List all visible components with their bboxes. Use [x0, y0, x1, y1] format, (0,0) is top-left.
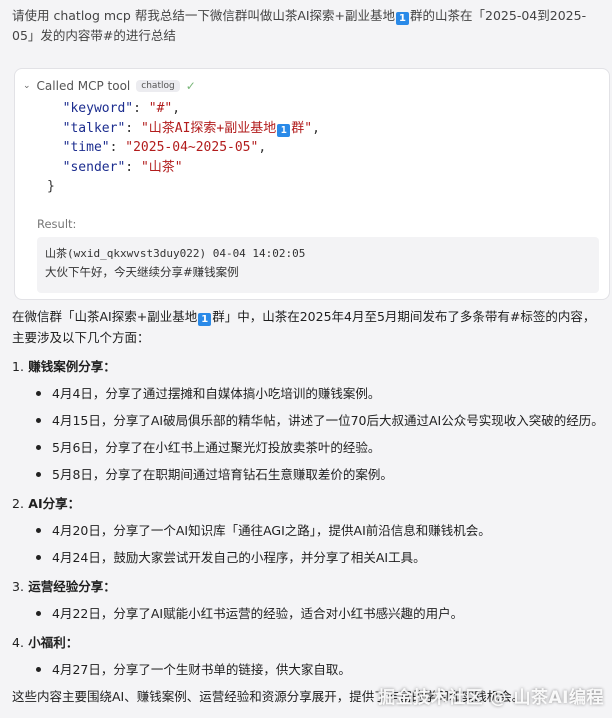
tool-params-code: "keyword": "#", "talker": "山茶AI探索+副业基地 1 群… — [47, 99, 320, 197]
user-message: 请使用 chatlog mcp 帮我总结一下微信群叫做山茶AI探索+副业基地 1 群… — [12, 6, 608, 46]
number-one-badge-icon: 1 — [277, 123, 291, 137]
section-list: 4月22日，分享了AI赋能小红书运营的经验，适合对小红书感兴趣的用户。 — [34, 603, 606, 624]
check-icon: ✓ — [185, 79, 196, 93]
result-line-2: 大伙下午好，今天继续分享#赚钱案例 — [45, 265, 239, 279]
assistant-answer: 在微信群「山茶AI探索+副业基地 1 群」中，山茶在2025年4月至5月期间发布了多… — [12, 306, 606, 707]
closing-brace: } — [47, 179, 55, 194]
section-list: 4月27日，分享了一个生财书单的链接，供大家自取。 — [34, 659, 606, 680]
section-list: 4月4日，分享了通过摆摊和自媒体搞小吃培训的赚钱案例。 4月15日，分享了AI破… — [34, 383, 606, 485]
user-message-text-1: 请使用 chatlog mcp 帮我总结一下微信群叫做山茶AI探索+副业基地 — [12, 8, 396, 23]
tool-call-label: Called MCP tool — [36, 79, 131, 93]
list-item: 4月20日，分享了一个AI知识库「通往AGI之路」，提供AI前沿信息和赚钱机会。 — [34, 520, 606, 541]
param-line-talker: "talker": "山茶AI探索+副业基地 1 群", — [62, 120, 320, 137]
result-line-1: 山茶(wxid_qkxwvst3duy022) 04-04 14:02:05 — [45, 247, 306, 260]
watermark: 掘金技术社区 @ 山茶AI编程 — [378, 688, 604, 708]
section-title: 3. 运营经验分享： — [12, 579, 116, 594]
tool-call-header[interactable]: ⌄ Called MCP tool chatlog ✓ — [23, 79, 196, 93]
number-one-badge-icon: 1 — [396, 12, 410, 25]
list-item: 4月27日，分享了一个生财书单的链接，供大家自取。 — [34, 659, 606, 680]
list-item: 5月6日，分享了在小红书上通过聚光灯投放卖茶叶的经验。 — [34, 437, 606, 458]
section-title: 4. 小福利： — [12, 635, 79, 650]
tool-name-tag: chatlog — [136, 80, 180, 92]
param-line-keyword: "keyword": "#", — [62, 101, 181, 116]
list-item: 5月8日，分享了在职期间通过培育钻石生意赚取差价的案例。 — [34, 464, 606, 485]
answer-intro: 在微信群「山茶AI探索+副业基地 1 群」中，山茶在2025年4月至5月期间发布了多… — [12, 309, 596, 345]
section-title: 1. 赚钱案例分享： — [12, 359, 116, 374]
result-box: 山茶(wxid_qkxwvst3duy022) 04-04 14:02:05 大… — [37, 237, 599, 293]
chevron-down-icon[interactable]: ⌄ — [23, 81, 31, 91]
list-item: 4月15日，分享了AI破局俱乐部的精华帖，讲述了一位70后大叔通过AI公众号实现… — [34, 410, 606, 431]
number-one-badge-icon: 1 — [198, 313, 212, 326]
section-list: 4月20日，分享了一个AI知识库「通往AGI之路」，提供AI前沿信息和赚钱机会。… — [34, 520, 606, 568]
list-item: 4月24日，鼓励大家尝试开发自己的小程序，并分享了相关AI工具。 — [34, 547, 606, 568]
param-line-time: "time": "2025-04~2025-05", — [62, 140, 267, 155]
section-title: 2. AI分享： — [12, 496, 81, 511]
mcp-tool-call-card: ⌄ Called MCP tool chatlog ✓ "keyword": "… — [14, 68, 610, 300]
param-line-sender: "sender": "山茶" — [62, 159, 183, 175]
list-item: 4月22日，分享了AI赋能小红书运营的经验，适合对小红书感兴趣的用户。 — [34, 603, 606, 624]
result-label: Result: — [37, 217, 77, 231]
list-item: 4月4日，分享了通过摆摊和自媒体搞小吃培训的赚钱案例。 — [34, 383, 606, 404]
